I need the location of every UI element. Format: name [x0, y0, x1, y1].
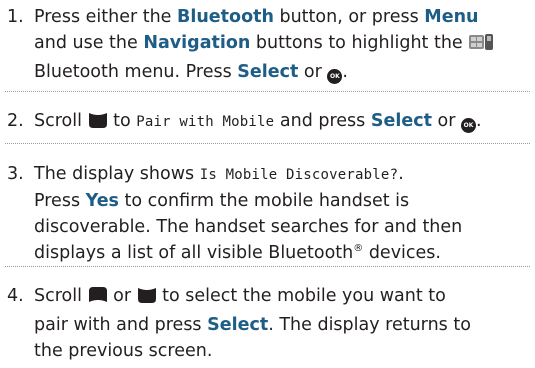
instruction-list: 1. Press either the Bluetooth button, or…	[0, 0, 535, 368]
registered-mark: ®	[353, 243, 364, 255]
yes-button-label: Yes	[85, 191, 119, 211]
menu-option-text: Pair with Mobile	[136, 114, 275, 130]
step-number: 2.	[7, 111, 24, 131]
step-text: The display shows Is Mobile Discoverable…	[34, 164, 463, 263]
divider	[5, 266, 530, 267]
step-number: 3.	[7, 164, 24, 184]
menu-grid-icon	[468, 33, 494, 59]
step-text: Scroll or to select the mobile you want …	[34, 286, 471, 361]
scroll-up-icon	[88, 286, 108, 312]
ok-button-icon: OK	[460, 118, 476, 133]
select-button-label: Select	[237, 62, 299, 82]
scroll-down-icon	[137, 286, 157, 312]
divider	[5, 91, 530, 92]
step-number: 1.	[7, 7, 24, 27]
display-message-text: Is Mobile Discoverable?	[199, 167, 399, 183]
divider	[5, 143, 530, 144]
scroll-down-icon	[88, 111, 108, 137]
step-text: Scroll to Pair with Mobile and press Sel…	[34, 108, 529, 137]
select-button-label: Select	[207, 315, 269, 335]
menu-button-label: Menu	[424, 7, 479, 27]
step-number: 4.	[7, 286, 24, 306]
navigation-button-label: Navigation	[143, 33, 251, 53]
step-text: Press either the Bluetooth button, or pr…	[34, 4, 529, 85]
bluetooth-button-label: Bluetooth	[177, 7, 274, 27]
ok-button-icon: OK	[327, 69, 343, 84]
select-button-label: Select	[370, 111, 432, 131]
